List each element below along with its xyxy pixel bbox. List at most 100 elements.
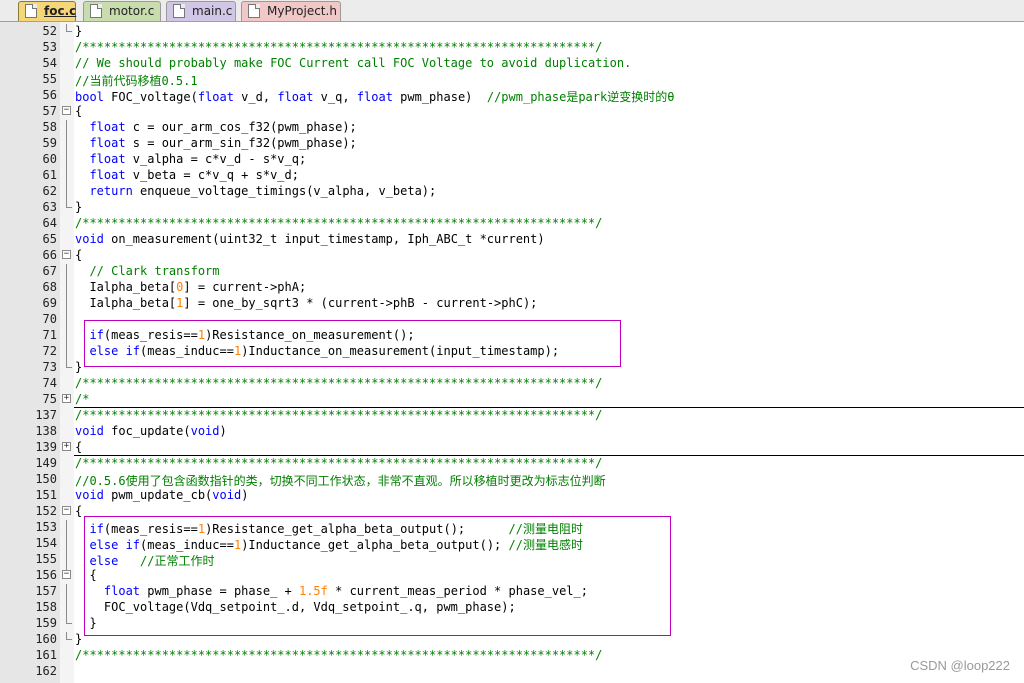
tab-label: motor.c	[109, 4, 155, 18]
line-number: 70	[42, 312, 57, 326]
tab-myproject-h[interactable]: MyProject.h	[241, 1, 341, 21]
code-line[interactable]: 59 float s = our_arm_sin_f32(pwm_phase);	[0, 136, 1024, 152]
code-line[interactable]: 73}	[0, 360, 1024, 376]
fold-guide	[66, 312, 67, 328]
code-text: float pwm_phase = phase_ + 1.5f * curren…	[103, 584, 588, 598]
fold-collapse-icon[interactable]: −	[62, 570, 71, 579]
code-line[interactable]: 152−{	[0, 504, 1024, 520]
code-line[interactable]: 139 + {	[0, 440, 1024, 456]
code-line[interactable]: 75 + /*	[0, 392, 1024, 408]
tab-label: MyProject.h	[267, 4, 337, 18]
tab-motor-c[interactable]: motor.c	[83, 1, 161, 21]
line-number: 155	[35, 552, 57, 566]
code-text: }	[75, 360, 83, 374]
line-number: 72	[42, 344, 57, 358]
fold-expand-icon[interactable]: +	[62, 394, 71, 403]
code-line[interactable]: 157 float pwm_phase = phase_ + 1.5f * cu…	[0, 584, 1024, 600]
fold-guide	[66, 552, 67, 568]
code-text: float s = our_arm_sin_f32(pwm_phase);	[89, 136, 357, 150]
code-text: /*	[75, 392, 90, 406]
tab-main-c[interactable]: main.c	[166, 1, 236, 21]
code-text: }	[75, 200, 83, 214]
fold-guide	[66, 328, 67, 344]
code-line[interactable]: 69 Ialpha_beta[1] = one_by_sqrt3 * (curr…	[0, 296, 1024, 312]
code-line[interactable]: 57−{	[0, 104, 1024, 120]
code-line[interactable]: 58 float c = our_arm_cos_f32(pwm_phase);	[0, 120, 1024, 136]
code-line[interactable]: 64 /*************************************…	[0, 216, 1024, 232]
code-line[interactable]: 52}	[0, 24, 1024, 40]
code-line[interactable]: 161 /************************************…	[0, 648, 1024, 664]
code-line[interactable]: 72 else if(meas_induc==1)Inductance_on_m…	[0, 344, 1024, 360]
code-line[interactable]: 158 FOC_voltage(Vdq_setpoint_.d, Vdq_set…	[0, 600, 1024, 616]
line-number: 137	[35, 408, 57, 422]
code-line[interactable]: 154 else if(meas_induc==1)Inductance_get…	[0, 536, 1024, 552]
code-line[interactable]: 138 void foc_update(void)	[0, 424, 1024, 440]
code-text: if(meas_resis==1)Resistance_on_measureme…	[89, 328, 415, 342]
code-line[interactable]: 71 if(meas_resis==1)Resistance_on_measur…	[0, 328, 1024, 344]
line-number: 57	[42, 104, 57, 118]
line-number: 152	[35, 504, 57, 518]
code-line[interactable]: 160}	[0, 632, 1024, 648]
line-number: 63	[42, 200, 57, 214]
code-line[interactable]: 67 // Clark transform	[0, 264, 1024, 280]
fold-end-marker	[66, 367, 72, 368]
line-number: 154	[35, 536, 57, 550]
line-number: 66	[42, 248, 57, 262]
line-number: 64	[42, 216, 57, 230]
code-text: /***************************************…	[75, 408, 603, 422]
code-line[interactable]: 66−{	[0, 248, 1024, 264]
code-line[interactable]: 60 float v_alpha = c*v_d - s*v_q;	[0, 152, 1024, 168]
watermark: CSDN @loop222	[910, 658, 1010, 673]
fold-guide	[66, 168, 67, 184]
code-line[interactable]: 68 Ialpha_beta[0] = current->phA;	[0, 280, 1024, 296]
line-number: 62	[42, 184, 57, 198]
fold-expand-icon[interactable]: +	[62, 442, 71, 451]
code-line[interactable]: 65 void on_measurement(uint32_t input_tim…	[0, 232, 1024, 248]
code-line[interactable]: 53 /*************************************…	[0, 40, 1024, 56]
code-text: bool FOC_voltage(float v_d, float v_q, f…	[75, 90, 675, 104]
editor-tab-bar: foc.c motor.c main.c MyProject.h	[0, 0, 1024, 22]
fold-end-marker	[66, 31, 72, 32]
line-number: 149	[35, 456, 57, 470]
fold-guide	[66, 296, 67, 312]
code-line[interactable]: 61 float v_beta = c*v_q + s*v_d;	[0, 168, 1024, 184]
fold-guide	[66, 600, 67, 616]
code-line[interactable]: 70	[0, 312, 1024, 328]
code-line[interactable]: 153 if(meas_resis==1)Resistance_get_alph…	[0, 520, 1024, 536]
code-line[interactable]: 56 bool FOC_voltage(float v_d, float v_q,…	[0, 88, 1024, 104]
code-line[interactable]: 54 // We should probably make FOC Current…	[0, 56, 1024, 72]
code-line[interactable]: 156− {	[0, 568, 1024, 584]
code-line[interactable]: 150 //0.5.6使用了包含函数指针的类，切换不同工作状态，非常不直观。所以移…	[0, 472, 1024, 488]
fold-collapse-icon[interactable]: −	[62, 506, 71, 515]
code-line[interactable]: 155 else //正常工作时	[0, 552, 1024, 568]
code-line[interactable]: 162	[0, 664, 1024, 680]
code-text: /***************************************…	[75, 648, 603, 662]
line-number: 73	[42, 360, 57, 374]
line-number: 56	[42, 88, 57, 102]
code-line[interactable]: 151 void pwm_update_cb(void)	[0, 488, 1024, 504]
line-number: 159	[35, 616, 57, 630]
tab-foc-c[interactable]: foc.c	[18, 1, 76, 21]
code-editor[interactable]: 52} 53/**********************************…	[0, 24, 1024, 680]
code-text: else if(meas_induc==1)Inductance_on_meas…	[89, 344, 560, 358]
line-number: 138	[35, 424, 57, 438]
code-line[interactable]: 137 /************************************…	[0, 408, 1024, 424]
code-line[interactable]: 55 //当前代码移植0.5.1	[0, 72, 1024, 88]
code-text: FOC_voltage(Vdq_setpoint_.d, Vdq_setpoin…	[75, 600, 516, 614]
code-text: //0.5.6使用了包含函数指针的类，切换不同工作状态，非常不直观。所以移植时更…	[75, 474, 606, 488]
line-number: 65	[42, 232, 57, 246]
code-line[interactable]: 149 /************************************…	[0, 456, 1024, 472]
line-number: 60	[42, 152, 57, 166]
fold-collapse-icon[interactable]: −	[62, 250, 71, 259]
code-text: {	[75, 440, 83, 454]
fold-guide	[66, 520, 67, 536]
fold-end-marker	[66, 639, 72, 640]
code-line[interactable]: 62 return enqueue_voltage_timings(v_alph…	[0, 184, 1024, 200]
fold-collapse-icon[interactable]: −	[62, 106, 71, 115]
code-text: return enqueue_voltage_timings(v_alpha, …	[89, 184, 437, 198]
code-line[interactable]: 159 }	[0, 616, 1024, 632]
c-file-icon	[173, 4, 185, 18]
code-line[interactable]: 74 /*************************************…	[0, 376, 1024, 392]
fold-guide	[66, 568, 67, 570]
code-line[interactable]: 63}	[0, 200, 1024, 216]
